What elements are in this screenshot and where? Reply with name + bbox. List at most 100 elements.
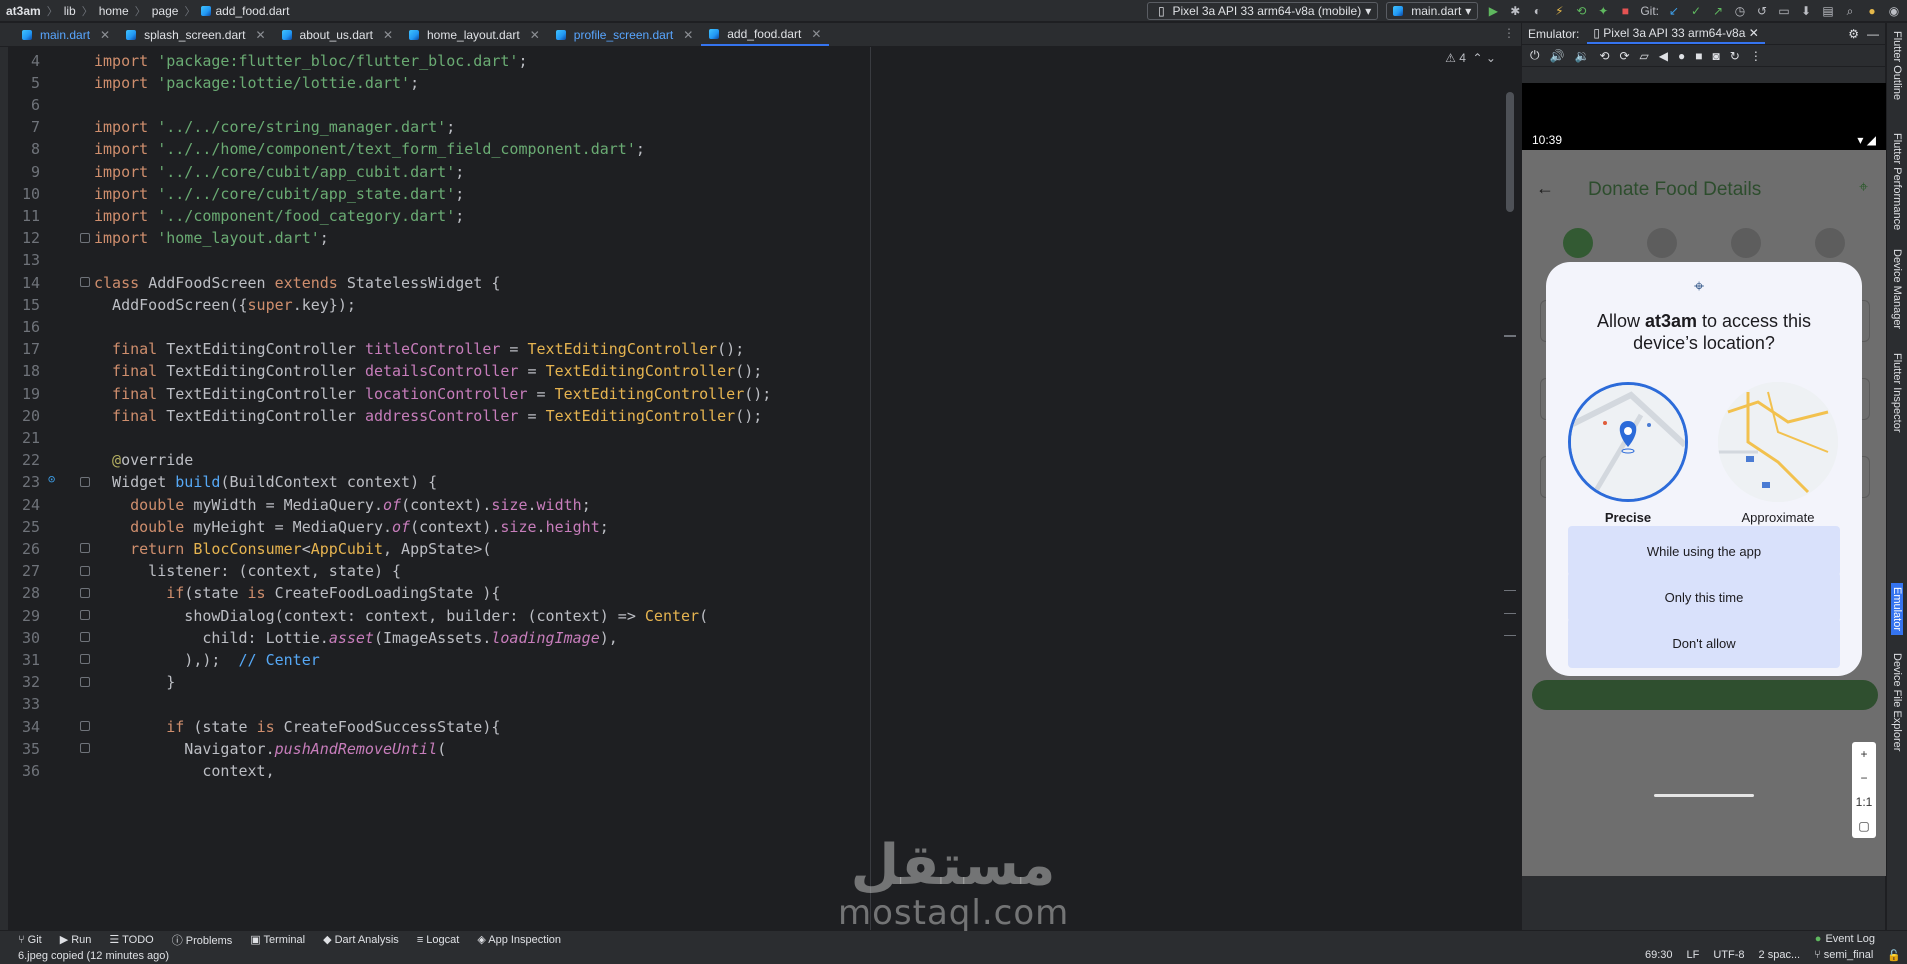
breadcrumb-home[interactable]: home (93, 4, 135, 18)
line-number[interactable]: 36 (8, 762, 40, 780)
coverage-icon[interactable]: ◐ (1530, 4, 1544, 18)
line-number[interactable]: 17 (8, 340, 40, 358)
logcat-tool-button[interactable]: ≡ Logcat (417, 934, 460, 946)
line-number[interactable]: 5 (8, 74, 40, 92)
close-icon[interactable]: ✕ (1749, 26, 1759, 40)
line-number[interactable]: 29 (8, 607, 40, 625)
device-manager-icon[interactable]: ▭ (1777, 4, 1791, 18)
fold-icon[interactable]: ▱ (1640, 49, 1649, 63)
line-number[interactable]: 15 (8, 296, 40, 314)
device-screen[interactable]: ← Donate Food Details ⌖ ⌖ Allow at3am to… (1522, 150, 1886, 876)
more-tabs-icon[interactable]: ⋮ (1503, 26, 1515, 40)
git-push-icon[interactable]: ↗ (1711, 4, 1725, 18)
category-cart-icon[interactable] (1563, 228, 1593, 258)
flutter-outline-tool[interactable]: Flutter Outline (1891, 31, 1903, 100)
fold-icon[interactable] (80, 232, 90, 243)
close-icon[interactable]: ✕ (683, 28, 693, 42)
line-number[interactable]: 21 (8, 429, 40, 447)
sdk-manager-icon[interactable]: ⬇ (1799, 4, 1813, 18)
close-icon[interactable]: ✕ (100, 28, 110, 42)
event-log-button[interactable]: ● Event Log (1815, 933, 1875, 945)
line-number[interactable]: 8 (8, 140, 40, 158)
fold-icon[interactable] (80, 721, 90, 731)
line-number[interactable]: 31 (8, 651, 40, 669)
volume-up-icon[interactable]: 🔊 (1550, 49, 1565, 63)
only-this-time-button[interactable]: Only this time (1568, 572, 1840, 622)
todo-tool-button[interactable]: ☰ TODO (109, 933, 153, 946)
device-selector[interactable]: ▯ Pixel 3a API 33 arm64-v8a (mobile) ▾ (1147, 2, 1379, 20)
avatar[interactable]: ◉ (1887, 4, 1901, 18)
editor-scrollbar[interactable] (1506, 92, 1514, 212)
line-number[interactable]: 7 (8, 118, 40, 136)
dart-analysis-tool-button[interactable]: ◆ Dart Analysis (323, 933, 399, 946)
rotate-right-icon[interactable]: ⟳ (1619, 49, 1629, 63)
precise-option[interactable]: Precise (1568, 382, 1688, 525)
run-icon[interactable]: ▶ (1486, 4, 1500, 18)
run-config-selector[interactable]: main.dart ▾ (1386, 2, 1479, 20)
git-tool-button[interactable]: ⑂ Git (18, 934, 42, 946)
submit-button[interactable] (1532, 680, 1878, 710)
git-update-icon[interactable]: ↙ (1667, 4, 1681, 18)
overview-icon[interactable]: ■ (1695, 49, 1702, 63)
tab-home-layout[interactable]: home_layout.dart ✕ (401, 23, 548, 46)
hot-reload-icon[interactable]: ⚡ (1552, 4, 1566, 18)
line-number[interactable]: 9 (8, 163, 40, 181)
flutter-performance-tool[interactable]: Flutter Performance (1891, 133, 1903, 230)
status-message[interactable]: 6.jpeg copied (12 minutes ago) (18, 950, 169, 962)
debug-icon[interactable]: ✱ (1508, 4, 1522, 18)
gear-icon[interactable]: ⚙ (1848, 27, 1859, 41)
fold-icon[interactable] (80, 654, 90, 665)
fold-icon[interactable] (80, 587, 90, 598)
terminal-tool-button[interactable]: ▣ Terminal (250, 933, 305, 946)
close-icon[interactable]: ✕ (811, 27, 821, 41)
line-number[interactable]: 6 (8, 96, 40, 114)
fold-icon[interactable] (80, 676, 90, 687)
line-number[interactable]: 23 (8, 473, 40, 491)
line-number[interactable]: 11 (8, 207, 40, 225)
fold-icon[interactable] (80, 543, 90, 554)
hot-restart-icon[interactable]: ⟲ (1574, 4, 1588, 18)
line-number[interactable]: 12 (8, 229, 40, 247)
tab-about-us[interactable]: about_us.dart ✕ (274, 23, 401, 46)
fold-icon[interactable] (80, 632, 90, 643)
tab-profile-screen[interactable]: profile_screen.dart ✕ (548, 23, 701, 46)
zoom-in-button[interactable]: + (1852, 742, 1876, 766)
fold-icon[interactable] (80, 743, 90, 754)
line-number[interactable]: 13 (8, 251, 40, 269)
line-number[interactable]: 4 (8, 52, 40, 70)
fold-icon[interactable] (80, 610, 90, 620)
code-line[interactable]: 36 context, (8, 757, 1508, 784)
code-editor[interactable]: ⚠ 4 ⌃ ⌄ 4 import 'package:flutter_bloc/fl… (8, 47, 1520, 930)
git-history-icon[interactable]: ◷ (1733, 4, 1747, 18)
fold-icon[interactable] (80, 476, 90, 487)
line-number[interactable]: 30 (8, 629, 40, 647)
lock-icon[interactable]: 🔓 (1887, 949, 1901, 962)
device-manager-tool[interactable]: Device Manager (1891, 249, 1903, 329)
structure-icon[interactable]: ▤ (1821, 4, 1835, 18)
tab-add-food[interactable]: add_food.dart ✕ (701, 23, 830, 46)
category-basket-icon[interactable] (1647, 228, 1677, 258)
fold-icon[interactable] (80, 565, 90, 576)
minimize-icon[interactable]: — (1867, 27, 1885, 41)
git-branch-widget[interactable]: ⑂ semi_final (1814, 949, 1873, 962)
volume-down-icon[interactable]: 🔉 (1574, 49, 1589, 63)
file-encoding[interactable]: UTF-8 (1713, 949, 1744, 962)
device-file-explorer-tool[interactable]: Device File Explorer (1891, 653, 1903, 751)
tab-main-dart[interactable]: main.dart ✕ (14, 23, 118, 46)
emulator-tool[interactable]: Emulator (1891, 583, 1903, 636)
indent-setting[interactable]: 2 spac... (1759, 949, 1801, 962)
category-fruit-icon[interactable] (1731, 228, 1761, 258)
back-arrow-icon[interactable]: ← (1536, 178, 1554, 199)
emulator-device-tab[interactable]: ▯ Pixel 3a API 33 arm64-v8a ✕ (1587, 24, 1765, 44)
breadcrumb-page[interactable]: page (146, 4, 185, 18)
flutter-inspector-tool[interactable]: Flutter Inspector (1891, 353, 1903, 432)
line-number[interactable]: 19 (8, 385, 40, 403)
line-number[interactable]: 25 (8, 518, 40, 536)
line-number[interactable]: 16 (8, 318, 40, 336)
updates-icon[interactable]: ● (1865, 4, 1879, 18)
breadcrumb-file[interactable]: add_food.dart (195, 4, 295, 18)
zoom-fit-icon[interactable]: ▢ (1852, 814, 1876, 838)
breadcrumb-project[interactable]: at3am (0, 4, 47, 18)
line-number[interactable]: 28 (8, 584, 40, 602)
line-number[interactable]: 26 (8, 540, 40, 558)
